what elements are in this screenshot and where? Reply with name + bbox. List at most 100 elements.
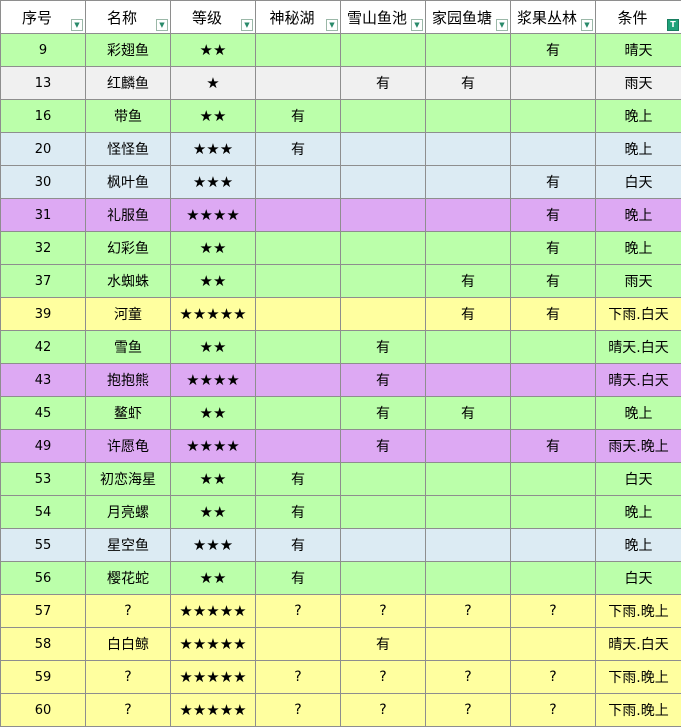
cell-name[interactable]: 幻彩鱼 (85, 231, 171, 265)
cell-name[interactable]: 抱抱熊 (85, 363, 171, 397)
cell-berry-jungle[interactable] (510, 495, 596, 529)
cell-berry-jungle[interactable] (510, 528, 596, 562)
cell-mystery-lake[interactable] (255, 330, 341, 364)
cell-id[interactable]: 43 (0, 363, 86, 397)
cell-berry-jungle[interactable]: 有 (510, 264, 596, 298)
cell-berry-jungle[interactable]: 有 (510, 165, 596, 199)
cell-condition[interactable]: 雨天 (595, 66, 681, 100)
cell-id[interactable]: 54 (0, 495, 86, 529)
cell-condition[interactable]: 下雨.晚上 (595, 693, 681, 727)
cell-id[interactable]: 37 (0, 264, 86, 298)
cell-level[interactable]: ★★ (170, 396, 256, 430)
cell-berry-jungle[interactable]: 有 (510, 198, 596, 232)
cell-mystery-lake[interactable]: ? (255, 693, 341, 727)
cell-home-pond[interactable] (425, 429, 511, 463)
cell-name[interactable]: 鳌虾 (85, 396, 171, 430)
cell-snow-pond[interactable]: 有 (340, 396, 426, 430)
cell-id[interactable]: 53 (0, 462, 86, 496)
cell-level[interactable]: ★★★★★ (170, 297, 256, 331)
cell-level[interactable]: ★★★★★ (170, 627, 256, 661)
cell-mystery-lake[interactable]: 有 (255, 495, 341, 529)
cell-name[interactable]: ? (85, 594, 171, 628)
cell-name[interactable]: 彩翅鱼 (85, 33, 171, 67)
cell-snow-pond[interactable] (340, 99, 426, 133)
cell-name[interactable]: 红麟鱼 (85, 66, 171, 100)
cell-mystery-lake[interactable]: 有 (255, 528, 341, 562)
cell-name[interactable]: 水蜘蛛 (85, 264, 171, 298)
cell-home-pond[interactable] (425, 132, 511, 166)
cell-berry-jungle[interactable]: 有 (510, 297, 596, 331)
cell-level[interactable]: ★★★ (170, 132, 256, 166)
cell-name[interactable]: 许愿龟 (85, 429, 171, 463)
cell-condition[interactable]: 晚上 (595, 231, 681, 265)
cell-id[interactable]: 58 (0, 627, 86, 661)
cell-condition[interactable]: 雨天 (595, 264, 681, 298)
cell-mystery-lake[interactable] (255, 363, 341, 397)
cell-level[interactable]: ★★★★ (170, 429, 256, 463)
cell-snow-pond[interactable]: ? (340, 693, 426, 727)
cell-id[interactable]: 45 (0, 396, 86, 430)
cell-id[interactable]: 42 (0, 330, 86, 364)
cell-condition[interactable]: 晚上 (595, 198, 681, 232)
cell-condition[interactable]: 白天 (595, 462, 681, 496)
cell-id[interactable]: 55 (0, 528, 86, 562)
cell-name[interactable]: 初恋海星 (85, 462, 171, 496)
cell-condition[interactable]: 下雨.晚上 (595, 660, 681, 694)
cell-snow-pond[interactable]: 有 (340, 66, 426, 100)
cell-condition[interactable]: 白天 (595, 165, 681, 199)
cell-mystery-lake[interactable] (255, 429, 341, 463)
cell-level[interactable]: ★★★ (170, 528, 256, 562)
cell-name[interactable]: 雪鱼 (85, 330, 171, 364)
cell-name[interactable]: 怪怪鱼 (85, 132, 171, 166)
cell-home-pond[interactable] (425, 165, 511, 199)
cell-mystery-lake[interactable] (255, 66, 341, 100)
cell-level[interactable]: ★★★★★ (170, 660, 256, 694)
cell-berry-jungle[interactable] (510, 462, 596, 496)
cell-berry-jungle[interactable]: ? (510, 594, 596, 628)
dropdown-arrow-icon[interactable]: ▼ (241, 19, 253, 31)
cell-name[interactable]: 樱花蛇 (85, 561, 171, 595)
dropdown-arrow-icon[interactable]: ▼ (411, 19, 423, 31)
cell-condition[interactable]: 晚上 (595, 528, 681, 562)
cell-home-pond[interactable]: ? (425, 594, 511, 628)
cell-berry-jungle[interactable] (510, 561, 596, 595)
cell-name[interactable]: 带鱼 (85, 99, 171, 133)
cell-home-pond[interactable] (425, 495, 511, 529)
cell-snow-pond[interactable]: 有 (340, 627, 426, 661)
cell-name[interactable]: 白白鲸 (85, 627, 171, 661)
cell-snow-pond[interactable] (340, 297, 426, 331)
cell-snow-pond[interactable] (340, 462, 426, 496)
cell-berry-jungle[interactable] (510, 66, 596, 100)
cell-snow-pond[interactable] (340, 198, 426, 232)
cell-condition[interactable]: 晚上 (595, 132, 681, 166)
cell-level[interactable]: ★★ (170, 99, 256, 133)
cell-home-pond[interactable] (425, 99, 511, 133)
cell-mystery-lake[interactable]: ? (255, 594, 341, 628)
cell-level[interactable]: ★★★★ (170, 198, 256, 232)
cell-level[interactable]: ★★ (170, 264, 256, 298)
cell-berry-jungle[interactable] (510, 330, 596, 364)
cell-berry-jungle[interactable]: ? (510, 693, 596, 727)
cell-name[interactable]: 星空鱼 (85, 528, 171, 562)
cell-home-pond[interactable]: ? (425, 693, 511, 727)
cell-home-pond[interactable] (425, 363, 511, 397)
cell-name[interactable]: 礼服鱼 (85, 198, 171, 232)
cell-berry-jungle[interactable]: ? (510, 660, 596, 694)
dropdown-arrow-icon[interactable]: ▼ (156, 19, 168, 31)
cell-mystery-lake[interactable] (255, 231, 341, 265)
cell-condition[interactable]: 晚上 (595, 99, 681, 133)
cell-mystery-lake[interactable]: 有 (255, 561, 341, 595)
cell-berry-jungle[interactable]: 有 (510, 231, 596, 265)
cell-home-pond[interactable] (425, 462, 511, 496)
cell-id[interactable]: 30 (0, 165, 86, 199)
cell-level[interactable]: ★★ (170, 330, 256, 364)
cell-id[interactable]: 20 (0, 132, 86, 166)
cell-id[interactable]: 60 (0, 693, 86, 727)
cell-snow-pond[interactable] (340, 132, 426, 166)
cell-mystery-lake[interactable] (255, 198, 341, 232)
cell-name[interactable]: ? (85, 693, 171, 727)
cell-condition[interactable]: 雨天.晚上 (595, 429, 681, 463)
cell-condition[interactable]: 晚上 (595, 396, 681, 430)
cell-name[interactable]: 月亮螺 (85, 495, 171, 529)
cell-level[interactable]: ★★ (170, 462, 256, 496)
